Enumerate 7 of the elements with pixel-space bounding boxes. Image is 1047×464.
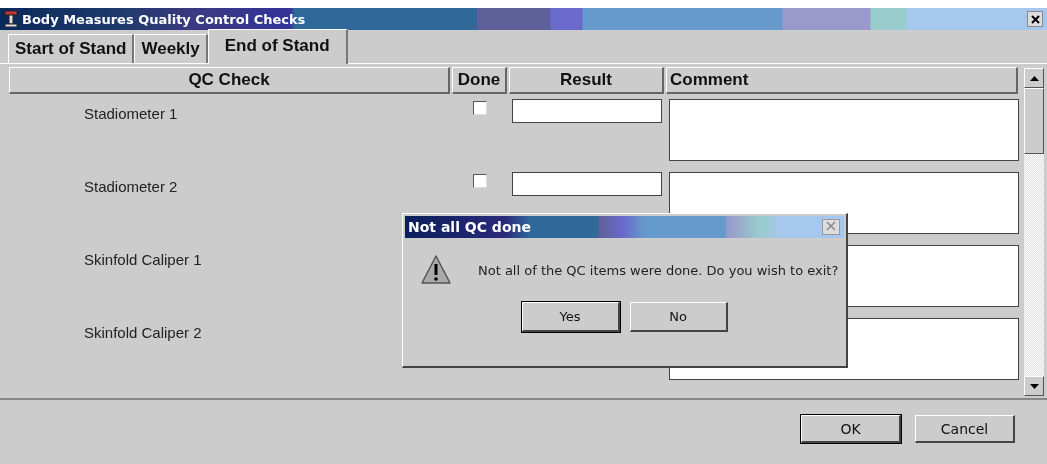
dialog-message: Not all of the QC items were done. Do you wish to exit? (478, 262, 839, 278)
check-name: Stadiometer 2 (83, 177, 179, 195)
check-name: Skinfold Caliper 1 (83, 250, 203, 268)
check-name: Stadiometer 1 (83, 104, 179, 122)
check-name: Skinfold Caliper 2 (83, 323, 203, 341)
window-title: Body Measures Quality Control Checks (22, 11, 307, 27)
dialog-title: Not all QC done (408, 219, 532, 235)
